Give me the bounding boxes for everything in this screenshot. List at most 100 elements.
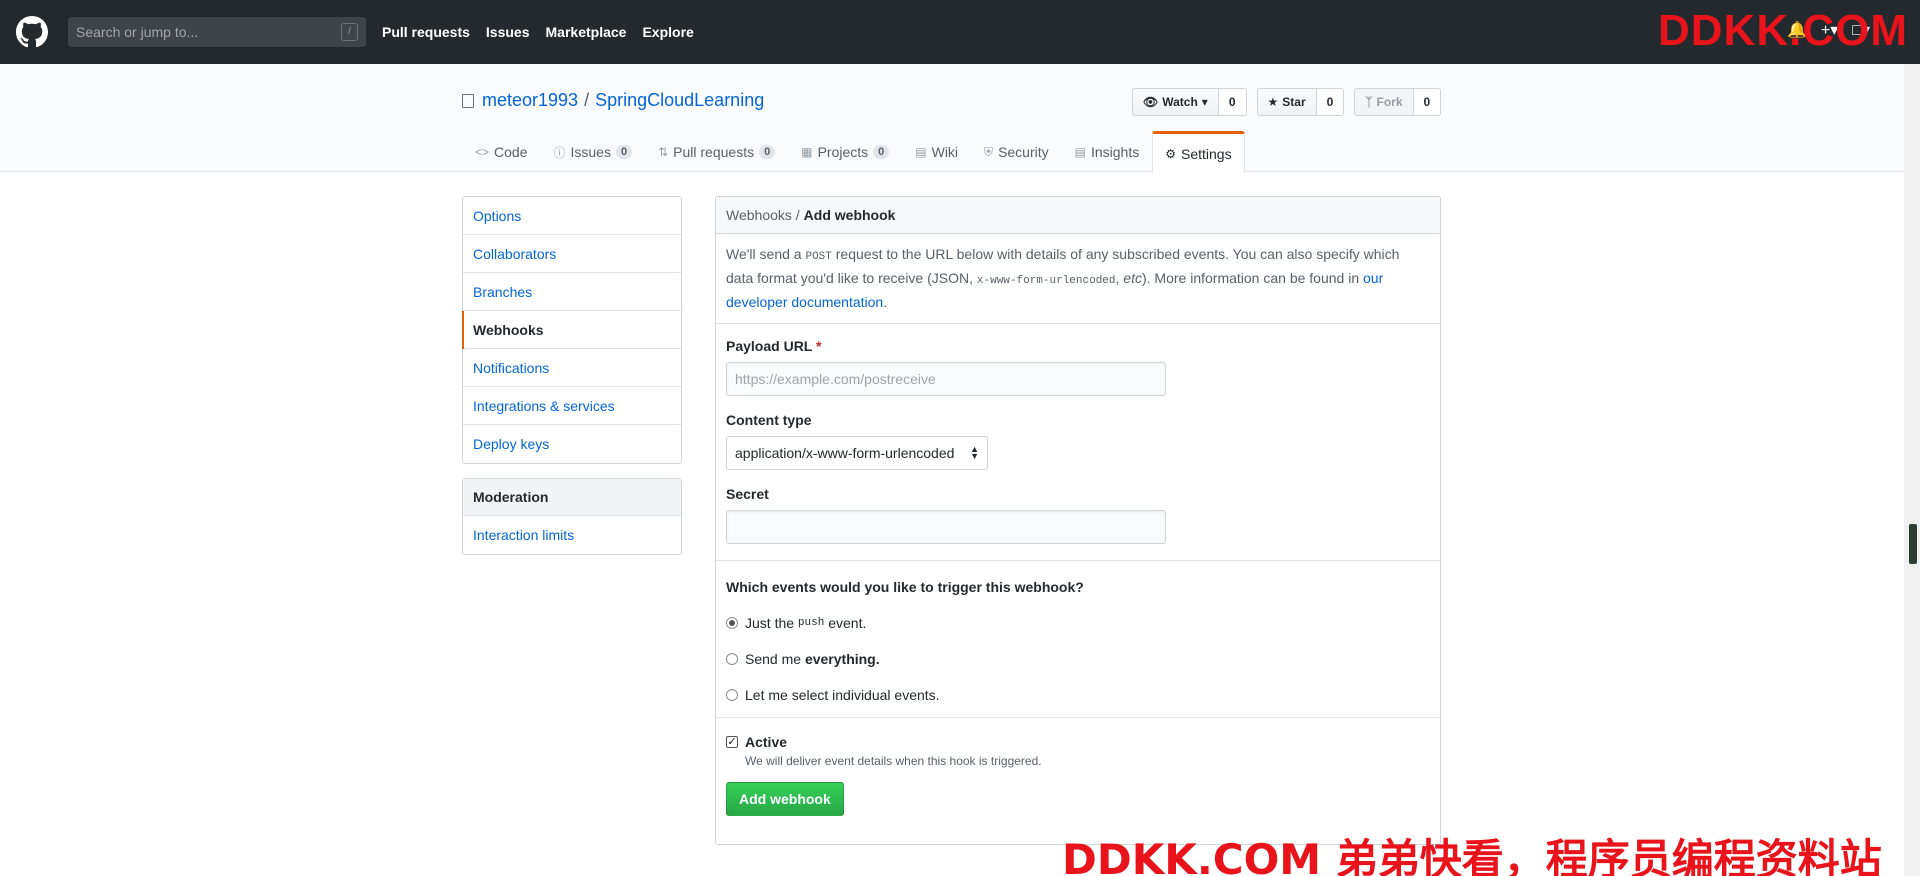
fork-label: Fork <box>1376 95 1403 109</box>
content-type-label: Content type <box>726 412 812 428</box>
tab-wiki-label: Wiki <box>931 144 959 160</box>
breadcrumb[interactable]: Webhooks / <box>726 207 800 223</box>
sidebar-item-notifications[interactable]: Notifications <box>463 349 681 387</box>
search-box[interactable]: / <box>68 17 366 47</box>
event-option-everything[interactable]: Send me everything. <box>726 649 1430 669</box>
star-icon: ★ <box>1267 95 1279 109</box>
watermark-top: DDKK.COM <box>1658 6 1908 55</box>
fork-icon: ᛉ <box>1365 95 1373 109</box>
code-icon: <> <box>475 145 490 159</box>
intro-code-post: POST <box>805 251 832 263</box>
global-header: / Pull requests Issues Marketplace Explo… <box>0 0 1920 64</box>
tab-security-label: Security <box>998 144 1049 160</box>
repo-name-link[interactable]: SpringCloudLearning <box>595 90 764 111</box>
sidebar-item-interaction-limits[interactable]: Interaction limits <box>463 516 681 554</box>
repo-path-separator: / <box>584 90 590 110</box>
tab-settings-label: Settings <box>1181 145 1232 162</box>
sidebar-item-webhooks[interactable]: Webhooks <box>462 311 681 349</box>
sidebar-item-deploy-keys[interactable]: Deploy keys <box>463 425 681 463</box>
content-type-group: Content type application/x-www-form-urle… <box>726 412 1430 470</box>
intro-part: ). More information can be found in <box>1141 270 1363 286</box>
github-logo-icon[interactable] <box>16 16 48 48</box>
moderation-heading: Moderation <box>463 479 681 516</box>
shield-icon: ⛨ <box>984 144 994 159</box>
fork-count[interactable]: 0 <box>1413 88 1442 116</box>
event-push-label: Just the <box>745 615 795 631</box>
star-count[interactable]: 0 <box>1316 88 1345 116</box>
intro-code-urlencoded: x-www-form-urlencoded <box>976 275 1116 287</box>
watch-group: 👁 Watch ▾ 0 <box>1132 88 1247 116</box>
scrollbar-thumb[interactable] <box>1909 524 1917 564</box>
tab-wiki[interactable]: ▤ Wiki <box>902 131 971 172</box>
repo-title: meteor1993 / SpringCloudLearning <box>462 90 764 111</box>
event-push-code: push <box>797 617 825 629</box>
event-everything-bold: everything. <box>804 651 880 667</box>
events-question: Which events would you like to trigger t… <box>726 579 1084 595</box>
intro-part: . <box>883 294 888 310</box>
payload-url-label-text: Payload URL <box>726 338 813 354</box>
intro-etc: etc <box>1123 270 1142 286</box>
payload-url-label: Payload URL * <box>726 338 1430 354</box>
secret-input[interactable] <box>726 510 1166 544</box>
active-checkbox[interactable]: ✓ <box>726 736 738 748</box>
watch-button[interactable]: 👁 Watch ▾ <box>1132 88 1219 116</box>
star-label: Star <box>1282 95 1306 109</box>
events-section: Which events would you like to trigger t… <box>716 561 1440 718</box>
repo-actions: 👁 Watch ▾ 0 ★ Star 0 ᛉ Fork 0 <box>1132 88 1442 116</box>
active-option[interactable]: ✓ Active <box>726 734 1430 750</box>
nav-marketplace[interactable]: Marketplace <box>546 24 627 40</box>
event-individual-label: Let me select individual events. <box>745 687 940 703</box>
pull-requests-count-badge: 0 <box>759 145 776 159</box>
secret-label: Secret <box>726 486 769 502</box>
watermark-bottom: DDKK.COM 弟弟快看，程序员编程资料站 <box>1062 835 1882 876</box>
nav-pull-requests[interactable]: Pull requests <box>382 24 470 40</box>
tab-security[interactable]: ⛨ Security <box>971 131 1062 172</box>
add-webhook-button[interactable]: Add webhook <box>726 782 844 816</box>
tab-projects[interactable]: ▦ Projects 0 <box>788 131 902 172</box>
content-type-value: application/x-www-form-urlencoded <box>735 445 955 461</box>
repo-header: meteor1993 / SpringCloudLearning 👁 Watch… <box>0 64 1904 173</box>
tab-issues-label: Issues <box>570 144 611 160</box>
search-input[interactable] <box>76 24 326 40</box>
sidebar-item-integrations[interactable]: Integrations & services <box>463 387 681 425</box>
radio-individual[interactable] <box>726 689 738 701</box>
config-section: Payload URL * Content type application/x… <box>716 324 1440 561</box>
repo-owner-link[interactable]: meteor1993 <box>482 90 578 111</box>
tab-code[interactable]: <> Code <box>462 131 540 172</box>
fork-group: ᛉ Fork 0 <box>1354 88 1442 116</box>
tab-insights[interactable]: ▤ Insights <box>1062 131 1153 172</box>
moderation-menu: Moderation Interaction limits <box>462 478 682 555</box>
gear-icon: ⚙ <box>1165 146 1176 161</box>
event-option-individual[interactable]: Let me select individual events. <box>726 685 1430 705</box>
required-mark: * <box>816 338 822 354</box>
payload-url-input[interactable] <box>726 362 1166 396</box>
issue-icon: ⓘ <box>553 145 566 160</box>
intro-part: We'll send a <box>726 246 806 262</box>
watch-count[interactable]: 0 <box>1218 88 1247 116</box>
tab-pull-requests[interactable]: ⇅ Pull requests 0 <box>645 131 788 172</box>
content-type-select[interactable]: application/x-www-form-urlencoded ▲ ▼ <box>726 436 988 470</box>
active-note: We will deliver event details when this … <box>745 754 1042 768</box>
radio-push[interactable] <box>726 617 738 629</box>
nav-explore[interactable]: Explore <box>642 24 693 40</box>
radio-everything[interactable] <box>726 653 738 665</box>
pull-request-icon: ⇅ <box>658 145 669 159</box>
event-option-push[interactable]: Just the push event. <box>726 613 1430 633</box>
fork-button[interactable]: ᛉ Fork <box>1354 88 1414 116</box>
sidebar-item-collaborators[interactable]: Collaborators <box>463 235 681 273</box>
sidebar-item-options[interactable]: Options <box>463 197 681 235</box>
submit-section: ✓ Active We will deliver event details w… <box>716 718 1440 826</box>
tab-settings[interactable]: ⚙ Settings <box>1152 131 1245 173</box>
settings-menu: Options Collaborators Branches Webhooks … <box>462 196 682 464</box>
intro-text: We'll send a POST request to the URL bel… <box>726 244 1430 313</box>
chevron-down-icon: ▾ <box>1201 95 1208 109</box>
page-title: Add webhook <box>803 207 896 223</box>
nav-issues[interactable]: Issues <box>486 24 530 40</box>
tab-issues[interactable]: ⓘ Issues 0 <box>540 131 645 172</box>
issues-count-badge: 0 <box>615 145 633 159</box>
page-scrollbar[interactable] <box>1904 64 1920 876</box>
add-webhook-form: Webhooks / Add webhook We'll send a POST… <box>715 196 1441 845</box>
star-group: ★ Star 0 <box>1256 88 1345 116</box>
star-button[interactable]: ★ Star <box>1256 88 1317 116</box>
sidebar-item-branches[interactable]: Branches <box>463 273 681 311</box>
